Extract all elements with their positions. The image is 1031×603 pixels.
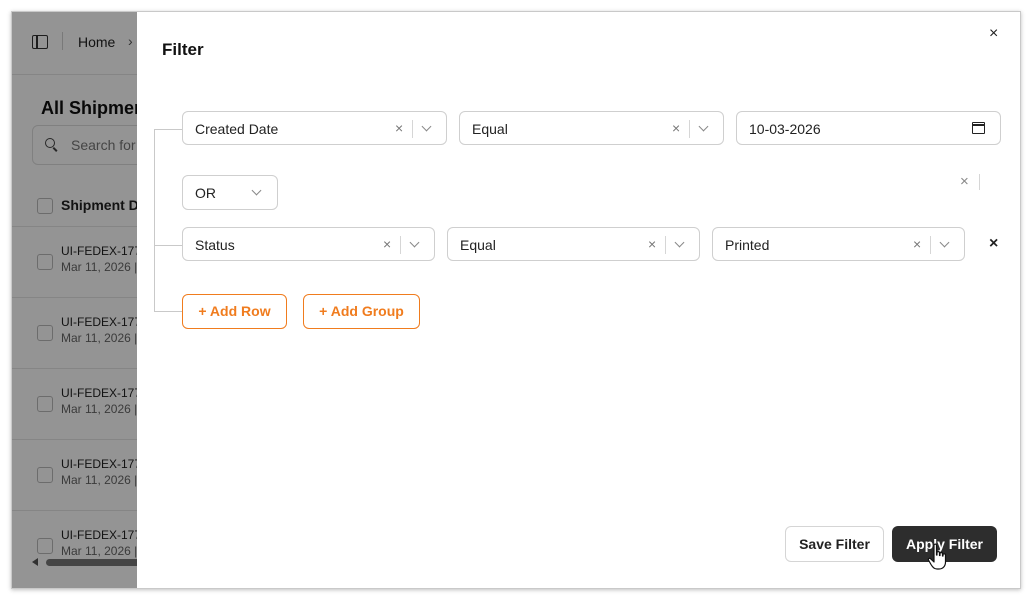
- chevron-down-icon[interactable]: [698, 121, 709, 132]
- field-value: Created Date: [195, 121, 279, 137]
- app-window: Home › All Shipmen Search for Shipment D…: [11, 11, 1021, 589]
- calendar-icon[interactable]: [972, 122, 985, 134]
- save-filter-button[interactable]: Save Filter: [785, 526, 884, 562]
- chevron-down-icon[interactable]: [674, 237, 685, 248]
- chevron-down-icon[interactable]: [409, 237, 420, 248]
- connector-branch: [154, 129, 182, 130]
- add-group-button[interactable]: + Add Group: [303, 294, 420, 329]
- hand-cursor-icon: [927, 543, 947, 570]
- clear-icon[interactable]: ×: [383, 236, 391, 252]
- condition-1-operator-select[interactable]: Equal ×: [459, 111, 724, 145]
- clear-icon[interactable]: ×: [913, 236, 921, 252]
- operator-value: Equal: [472, 121, 508, 137]
- filter-drawer: Filter × Created Date × Equal × 10-03-20…: [137, 12, 1020, 588]
- clear-icon[interactable]: ×: [395, 120, 403, 136]
- close-icon[interactable]: ×: [989, 26, 998, 42]
- group-connector-line: [154, 129, 155, 312]
- remove-row-icon[interactable]: ×: [989, 236, 998, 252]
- condition-2-field-select[interactable]: Status ×: [182, 227, 435, 261]
- drawer-title: Filter: [162, 40, 204, 59]
- clear-icon[interactable]: ×: [960, 173, 969, 190]
- modal-overlay[interactable]: [12, 12, 137, 588]
- divider: [665, 236, 666, 254]
- condition-1-field-select[interactable]: Created Date ×: [182, 111, 447, 145]
- divider: [412, 120, 413, 138]
- field-value: Status: [195, 237, 235, 253]
- divider: [930, 236, 931, 254]
- chevron-down-icon[interactable]: [939, 237, 950, 248]
- operator-value: Equal: [460, 237, 496, 253]
- condition-2-value-select[interactable]: Printed ×: [712, 227, 965, 261]
- condition-1-date-input[interactable]: 10-03-2026: [736, 111, 1001, 145]
- divider: [979, 174, 980, 190]
- chevron-down-icon[interactable]: [251, 185, 262, 196]
- connector-branch: [154, 245, 182, 246]
- clear-icon[interactable]: ×: [648, 236, 656, 252]
- group-operator-select[interactable]: OR: [182, 175, 278, 210]
- date-value: 10-03-2026: [749, 121, 821, 137]
- condition-2-operator-select[interactable]: Equal ×: [447, 227, 700, 261]
- divider: [689, 120, 690, 138]
- group-operator-value: OR: [195, 185, 216, 201]
- divider: [400, 236, 401, 254]
- chevron-down-icon[interactable]: [421, 121, 432, 132]
- connector-branch: [154, 311, 182, 312]
- clear-icon[interactable]: ×: [672, 120, 680, 136]
- add-row-button[interactable]: + Add Row: [182, 294, 287, 329]
- status-value: Printed: [725, 237, 770, 253]
